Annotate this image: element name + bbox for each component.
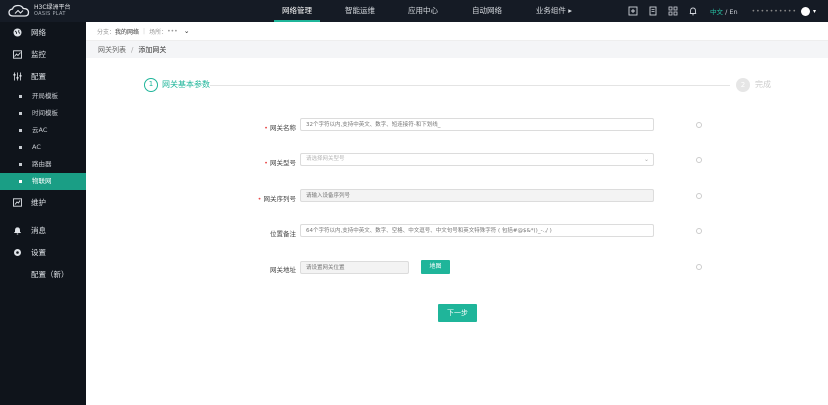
sidebar-sub-ac[interactable]: AC [0, 139, 86, 156]
sidebar-item-label: 消息 [31, 226, 46, 235]
top-actions: 中文 / En •••••••••• ▾ [618, 0, 816, 22]
sidebar-item-label: 监控 [31, 50, 46, 59]
sidebar-item-messages[interactable]: 消息 [0, 220, 86, 242]
sidebar-sub-startup-template[interactable]: 开局模板 [0, 88, 86, 105]
language-switch[interactable]: 中文 / En [710, 6, 738, 16]
help-icon[interactable] [696, 157, 702, 163]
logo-title: H3C绿洲平台 [34, 4, 71, 11]
branch-selector[interactable]: 我的网络 [115, 27, 139, 36]
location-note-label: 位置备注 [270, 230, 296, 238]
lang-en[interactable]: En [729, 8, 737, 16]
topnav-app-center[interactable]: 应用中心 [394, 0, 452, 22]
top-nav: 网络管理 智能运维 应用中心 自动网络 业务组件 ▸ [268, 0, 586, 22]
site-selector[interactable]: ••• [167, 28, 178, 35]
document-icon[interactable] [648, 6, 658, 16]
topnav-network-management[interactable]: 网络管理 [268, 0, 326, 22]
step-2-indicator: 2 [736, 78, 750, 92]
next-step-button[interactable]: 下一步 [438, 304, 477, 322]
chevron-down-icon[interactable]: ▾ [813, 8, 816, 15]
gateway-name-label: • 网关名称 [264, 124, 296, 132]
help-icon[interactable] [696, 193, 702, 199]
gateway-address-label: 网关地址 [270, 266, 296, 274]
help-icon[interactable] [696, 122, 702, 128]
sidebar-item-label: 配置（新） [31, 270, 69, 279]
gateway-model-select[interactable]: 请选择网关型号 ⌄ [300, 153, 654, 166]
logo[interactable]: H3C绿洲平台 OASIS PLAT [8, 3, 88, 19]
topnav-business-components[interactable]: 业务组件 ▸ [522, 0, 586, 22]
help-icon[interactable] [696, 228, 702, 234]
sidebar-item-network[interactable]: 网络 [0, 22, 86, 44]
step-connector [210, 85, 730, 86]
sidebar-item-monitor[interactable]: 监控 [0, 44, 86, 66]
gateway-serial-input[interactable] [300, 189, 654, 202]
sidebar-sub-iot[interactable]: 物联网 [0, 173, 86, 190]
branch-label: 分支： [97, 28, 116, 36]
sidebar-sub-cloud-ac[interactable]: 云AC [0, 122, 86, 139]
sidebar-item-label: 网络 [31, 28, 46, 37]
breadcrumb-gateway-list[interactable]: 网关列表 [98, 45, 126, 55]
location-note-input[interactable] [300, 224, 654, 237]
sliders-icon [13, 72, 22, 81]
site-label: 场所： [149, 28, 168, 36]
gateway-name-input[interactable] [300, 118, 654, 131]
step-1-label: 网关基本参数 [162, 80, 210, 89]
gateway-model-label: • 网关型号 [264, 159, 296, 167]
step-2-label: 完成 [755, 80, 771, 89]
breadcrumb-add-gateway: 添加网关 [138, 45, 167, 54]
sidebar: 网络 监控 配置 开局模板 时间模板 云AC AC 路由器 物联网 维护 消息 … [0, 22, 86, 405]
sidebar-sub-time-template[interactable]: 时间模板 [0, 105, 86, 122]
wrench-icon [13, 198, 22, 207]
bell-icon [14, 227, 21, 235]
monitor-icon [13, 50, 22, 59]
sidebar-item-label: 设置 [31, 248, 46, 257]
map-button[interactable]: 地图 [421, 260, 450, 274]
top-bar: H3C绿洲平台 OASIS PLAT 网络管理 智能运维 应用中心 自动网络 业… [0, 0, 828, 22]
avatar[interactable] [800, 6, 810, 16]
sidebar-item-label: 配置 [31, 72, 46, 81]
scope-filter-bar: 分支： 我的网络 | 场所： ••• ⌄ [86, 22, 828, 41]
cloud-logo-icon [8, 4, 30, 17]
username-masked[interactable]: •••••••••• [752, 8, 797, 15]
globe-icon [13, 28, 22, 37]
sidebar-item-maintenance[interactable]: 维护 [0, 192, 86, 214]
logo-subtitle: OASIS PLAT [34, 11, 66, 17]
apps-grid-icon[interactable] [668, 6, 678, 16]
chevron-down-icon[interactable]: ⌄ [184, 27, 190, 35]
gateway-serial-label: • 网关序列号 [257, 195, 296, 203]
lang-zh[interactable]: 中文 [710, 8, 723, 16]
help-icon[interactable] [696, 264, 702, 270]
sidebar-item-settings[interactable]: 设置 [0, 242, 86, 264]
sidebar-item-config[interactable]: 配置 [0, 66, 86, 88]
step-1-indicator: 1 [144, 78, 158, 92]
sidebar-item-label: 维护 [31, 198, 46, 207]
topnav-auto-network[interactable]: 自动网络 [452, 0, 522, 22]
bell-icon[interactable] [688, 6, 698, 16]
gear-icon [14, 249, 21, 256]
sidebar-sub-router[interactable]: 路由器 [0, 156, 86, 173]
add-square-icon[interactable] [628, 6, 638, 16]
gateway-address-input[interactable] [300, 261, 409, 274]
sidebar-item-config-new[interactable]: 配置（新） [0, 264, 86, 286]
topnav-smart-ops[interactable]: 智能运维 [326, 0, 394, 22]
chevron-down-icon: ⌄ [643, 156, 649, 163]
breadcrumb: 网关列表 / 添加网关 [86, 41, 828, 58]
